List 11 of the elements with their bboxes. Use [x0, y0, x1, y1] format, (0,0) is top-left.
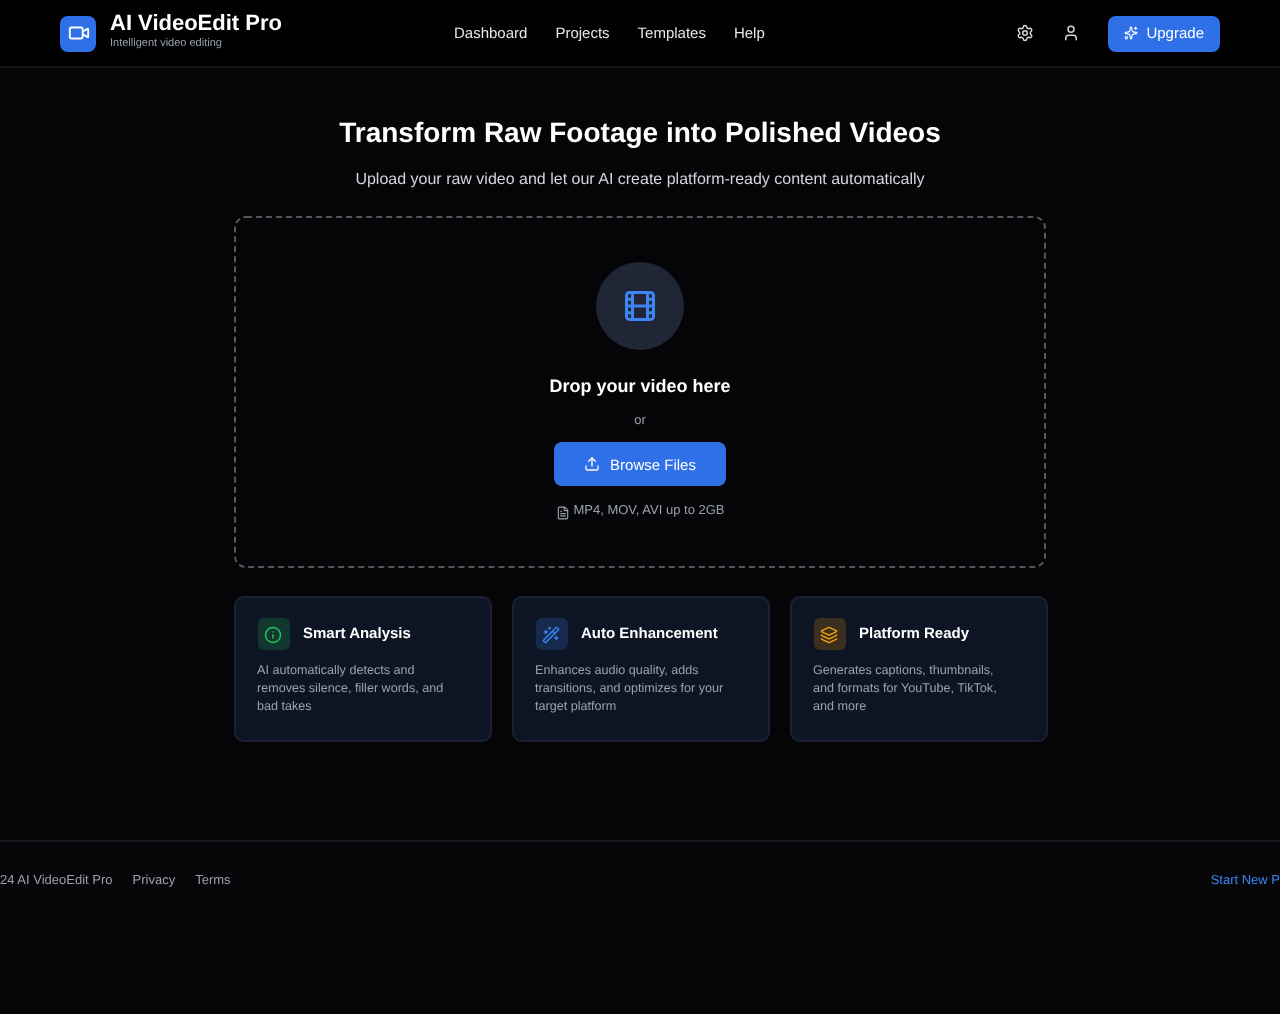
user-icon[interactable]: [1062, 24, 1081, 42]
app-name: AI VideoEdit Pro: [110, 14, 282, 37]
hero-subtitle: Upload your raw video and let our AI create platform-ready content automatically: [355, 168, 925, 192]
settings-icon[interactable]: [1016, 24, 1035, 42]
upload-icon: [584, 456, 601, 473]
drop-heading: Drop your video here: [549, 374, 731, 400]
film-icon: [596, 262, 684, 350]
logo-icon: [60, 15, 96, 51]
file-icon: [555, 505, 570, 520]
sparkles-icon: [1124, 26, 1139, 40]
hero-title: Transform Raw Footage into Polished Videos: [339, 114, 941, 152]
